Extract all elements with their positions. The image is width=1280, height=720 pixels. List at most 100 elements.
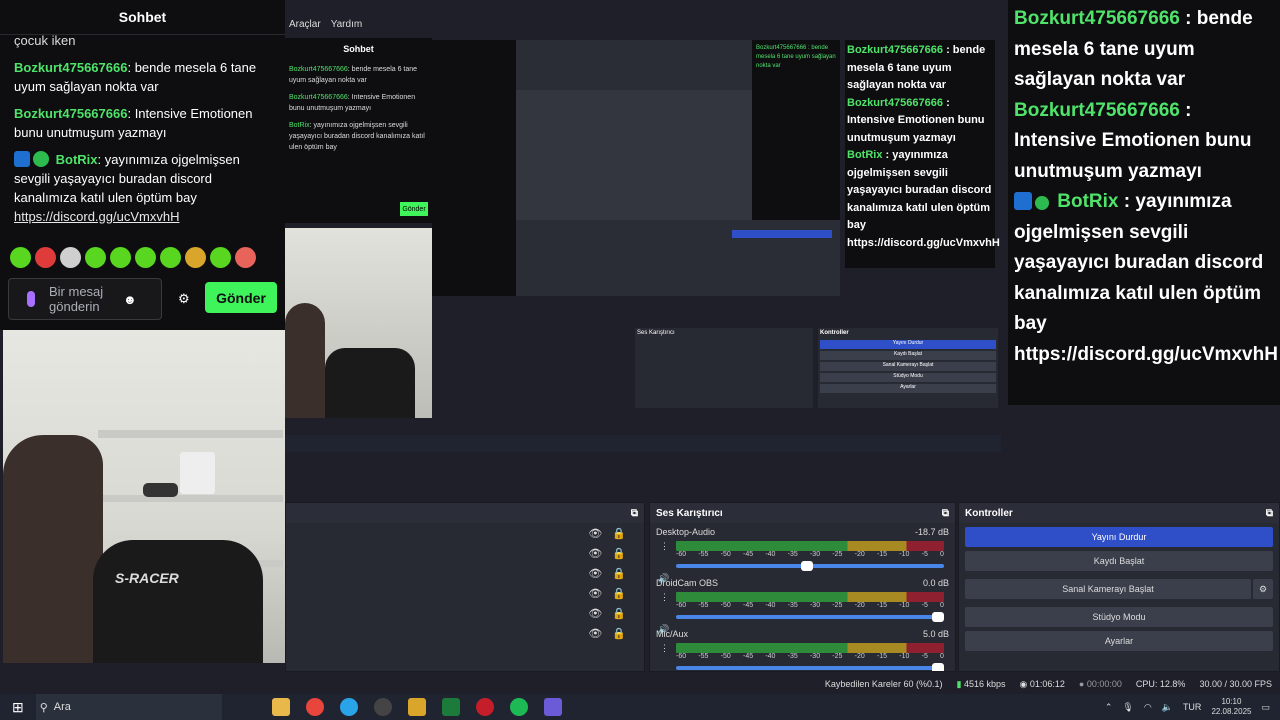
telegram-icon[interactable]	[339, 698, 358, 716]
windows-start-icon[interactable]: ⊞	[12, 699, 24, 716]
eye-icon[interactable]: 👁	[588, 567, 602, 580]
app-icon[interactable]	[407, 698, 426, 716]
audition-icon[interactable]	[441, 698, 460, 716]
teams-icon[interactable]	[543, 698, 562, 716]
volume-slider[interactable]	[676, 561, 944, 571]
chat-header: Sohbet	[0, 0, 285, 35]
angry-emote-icon[interactable]	[35, 247, 56, 268]
mixer-title: Ses Karıştırıcı	[656, 507, 723, 519]
dock-popout-icon[interactable]: ⧉	[631, 508, 638, 519]
chat-username[interactable]: Bozkurt475667666	[14, 106, 127, 121]
menu-tools[interactable]: Araçlar	[289, 19, 321, 30]
start-recording-button[interactable]: Kaydı Başlat	[965, 551, 1273, 571]
kebab-menu-icon[interactable]: ⋮	[660, 541, 669, 552]
chair-brand: S-RACER	[115, 570, 179, 586]
volume-slider-handle[interactable]	[801, 561, 814, 571]
emoji-icon[interactable]: ☻	[123, 292, 137, 307]
notification-icon[interactable]: ▭	[1261, 702, 1270, 713]
meter-tick-label: -10	[899, 602, 910, 609]
system-tray: ⌃ 🎙 ◠ 🔈 TUR 10:10 22.08.2025 ▭	[1105, 697, 1280, 717]
meter-tick-label: 0	[940, 551, 944, 558]
dock-popout-icon[interactable]: ⧉	[942, 508, 949, 519]
source-row[interactable]: 👁 🔒	[286, 603, 644, 623]
settings-button[interactable]: Ayarlar	[965, 631, 1273, 651]
lock-icon[interactable]: 🔒	[612, 527, 626, 540]
emote-icon[interactable]	[10, 247, 31, 268]
meter-tick-label: -5	[921, 602, 928, 609]
virtual-camera-settings-gear-icon[interactable]: ⚙	[1253, 579, 1273, 599]
eye-icon[interactable]: 👁	[588, 627, 602, 640]
lock-icon[interactable]: 🔒	[612, 607, 626, 620]
lock-icon[interactable]: 🔒	[612, 587, 626, 600]
chat-username[interactable]: BotRix	[56, 152, 98, 167]
emote-icon[interactable]	[110, 247, 131, 268]
pickaxe-badge-icon	[1014, 192, 1032, 210]
kebab-menu-icon[interactable]: ⋮	[660, 592, 669, 603]
dropped-frames: Kaybedilen Kareler 60 (%0.1)	[824, 679, 943, 689]
emote-icon[interactable]	[85, 247, 106, 268]
stop-stream-button[interactable]: Yayını Durdur	[965, 527, 1273, 547]
source-row[interactable]: 👁 🔒	[286, 623, 644, 643]
channel-db: -18.7 dB	[914, 527, 949, 537]
taskbar-search[interactable]: ⚲ Ara	[35, 694, 222, 720]
emote-icon[interactable]	[160, 247, 181, 268]
meter-tick-label: -45	[742, 602, 754, 609]
eye-icon[interactable]: 👁	[588, 527, 602, 540]
chat-input[interactable]: Bir mesaj gönderin ☻	[8, 278, 162, 320]
eye-icon[interactable]: 👁	[588, 587, 602, 600]
emote-icon[interactable]	[185, 247, 206, 268]
send-button[interactable]: Gönder	[205, 282, 277, 313]
language-indicator[interactable]: TUR	[1183, 702, 1202, 712]
meter-tick-label: -35	[787, 653, 798, 660]
chevron-up-icon[interactable]: ⌃	[1105, 702, 1113, 713]
meter-tick-label: -60	[676, 551, 687, 558]
file-explorer-icon[interactable]	[271, 698, 290, 716]
volume-meter	[676, 541, 944, 551]
source-row[interactable]: 👁 🔒	[286, 583, 644, 603]
menu-help[interactable]: Yardım	[331, 19, 363, 30]
volume-icon[interactable]: 🔈	[1162, 702, 1173, 713]
meter-tick-label: -20	[854, 551, 865, 558]
volume-slider[interactable]	[676, 612, 944, 622]
meter-tick-label: -60	[676, 602, 687, 609]
source-row[interactable]: 👁 🔒	[286, 563, 644, 583]
channel-name: Desktop-Audio	[656, 527, 716, 537]
settings-gear-icon[interactable]: ⚙	[178, 291, 190, 307]
kebab-menu-icon[interactable]: ⋮	[660, 643, 669, 654]
lock-icon[interactable]: 🔒	[612, 547, 626, 560]
spotify-icon[interactable]	[509, 698, 528, 716]
meter-tick-label: -40	[765, 551, 776, 558]
lock-icon[interactable]: 🔒	[612, 627, 626, 640]
chat-username[interactable]: Bozkurt475667666	[14, 60, 127, 75]
obs-icon[interactable]	[373, 698, 392, 716]
emote-icon[interactable]	[135, 247, 156, 268]
emote-icon[interactable]	[235, 247, 256, 268]
meter-tick-label: -10	[899, 551, 910, 558]
source-row[interactable]: 👁 🔒	[286, 543, 644, 563]
volume-slider-handle[interactable]	[932, 612, 944, 622]
eye-icon[interactable]: 👁	[588, 547, 602, 560]
lock-icon[interactable]: 🔒	[612, 567, 626, 580]
clock[interactable]: 10:10 22.08.2025	[1211, 697, 1251, 717]
discord-link[interactable]: https://discord.gg/ucVmxvhH	[14, 209, 179, 224]
volume-slider[interactable]	[676, 663, 944, 671]
dock-popout-icon[interactable]: ⧉	[1266, 508, 1273, 519]
emote-icon[interactable]	[60, 247, 81, 268]
overlay-username: BotRix	[1057, 191, 1119, 212]
meter-tick-label: -35	[787, 551, 798, 558]
studio-mode-button[interactable]: Stüdyo Modu	[965, 607, 1273, 627]
microphone-icon[interactable]	[27, 291, 35, 307]
overlay-chat: Bozkurt475667666 : bende mesela 6 tane u…	[1008, 0, 1280, 405]
network-icon[interactable]: ◠	[1144, 702, 1152, 713]
microphone-icon[interactable]: 🎙	[1122, 702, 1133, 713]
start-virtual-camera-button[interactable]: Sanal Kamerayı Başlat	[965, 579, 1251, 599]
opera-icon[interactable]	[475, 698, 494, 716]
volume-slider-handle[interactable]	[932, 663, 944, 671]
nested-webcam	[285, 228, 432, 418]
meter-tick-label: -5	[921, 653, 928, 660]
eye-icon[interactable]: 👁	[588, 607, 602, 620]
emote-icon[interactable]	[210, 247, 231, 268]
chrome-icon[interactable]	[305, 698, 324, 716]
source-row[interactable]: 👁 🔒	[286, 523, 644, 543]
chat-partial-line: çocuk iken	[14, 33, 76, 48]
